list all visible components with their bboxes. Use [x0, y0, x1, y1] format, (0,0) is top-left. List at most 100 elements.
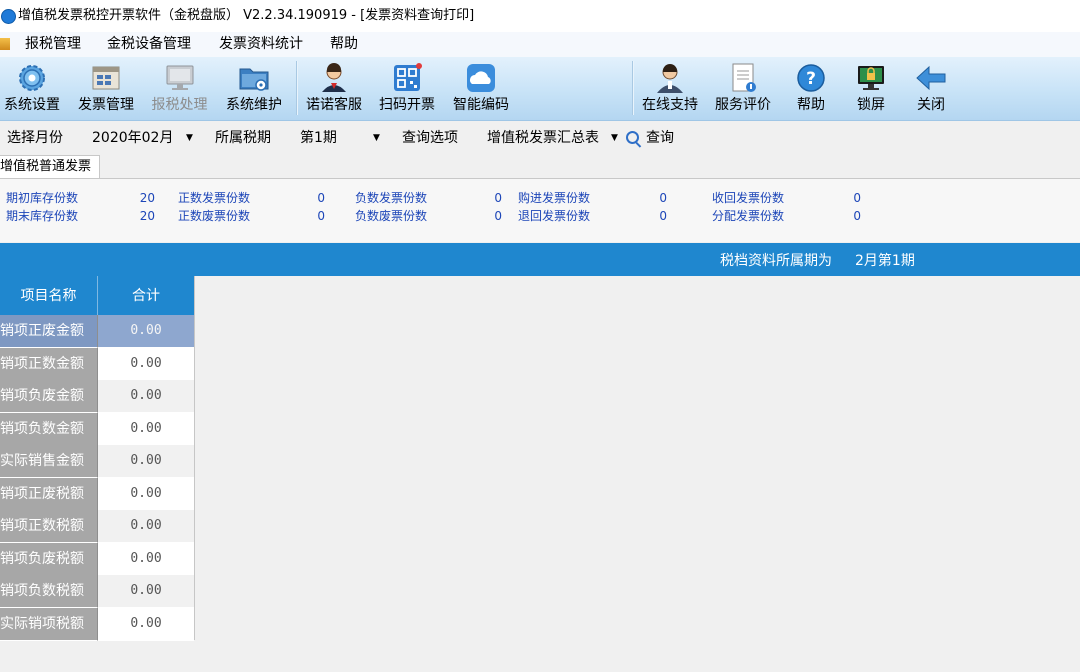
notebook-icon — [732, 63, 756, 92]
row-name-cell[interactable]: 销项正数税额 — [0, 510, 98, 543]
row-name-cell[interactable]: 销项负废金额 — [0, 380, 98, 413]
system-maintenance-label: 系统维护 — [226, 97, 282, 113]
smart-coding-label: 智能编码 — [453, 97, 509, 113]
period-info-label: 税档资料所属期为 — [720, 253, 832, 269]
close-button[interactable]: 关闭 — [906, 57, 956, 120]
service-review-label: 服务评价 — [715, 97, 771, 113]
menu-item-device-manage[interactable]: 金税设备管理 — [107, 32, 191, 57]
stat-value-closing-stock: 20 — [139, 209, 155, 223]
stat-label-negative-void: 负数废票份数 — [355, 209, 428, 223]
row-total-cell[interactable]: 0.00 — [98, 478, 194, 511]
column-header-item-name[interactable]: 项目名称 — [0, 276, 98, 315]
help-label: 帮助 — [797, 97, 825, 113]
system-settings-button[interactable]: 系统设置 — [0, 57, 64, 120]
menu-item-help[interactable]: 帮助 — [330, 32, 358, 57]
menu-app-icon — [0, 38, 10, 50]
stat-value-negative-issued: 0 — [494, 191, 502, 205]
customer-service-icon — [322, 63, 346, 92]
stat-label-purchased: 购进发票份数 — [518, 191, 591, 205]
system-settings-label: 系统设置 — [4, 97, 60, 113]
period-dropdown-icon[interactable]: ▼ — [373, 121, 380, 155]
stat-label-distributed: 分配发票份数 — [712, 209, 785, 223]
period-label: 所属税期 — [215, 130, 271, 146]
svg-text:?: ? — [806, 69, 816, 89]
stat-value-distributed: 0 — [853, 209, 861, 223]
help-button[interactable]: ? 帮助 — [786, 57, 836, 120]
period-select[interactable]: 第1期 — [300, 121, 337, 155]
stat-label-normal-issued: 正数发票份数 — [178, 191, 251, 205]
stat-value-returned: 0 — [659, 209, 667, 223]
menu-item-invoice-stats[interactable]: 发票资料统计 — [219, 32, 303, 57]
column-header-total[interactable]: 合计 — [98, 276, 195, 315]
row-total-cell[interactable]: 0.00 — [98, 510, 194, 543]
row-total-cell[interactable]: 0.00 — [98, 348, 194, 381]
lock-screen-icon — [858, 66, 884, 90]
search-icon[interactable] — [626, 131, 639, 144]
period-info-bar: 税档资料所属期为 2月第1期 — [0, 243, 1080, 276]
service-review-button[interactable]: 服务评价 — [710, 57, 776, 120]
row-name-cell[interactable]: 实际销项税额 — [0, 608, 98, 641]
row-total-cell[interactable]: 0.00 — [98, 413, 194, 446]
query-button[interactable]: 查询 — [646, 121, 674, 155]
menu-item-tax-filing[interactable]: 报税管理 — [25, 32, 81, 57]
stat-label-closing-stock: 期末库存份数 — [6, 209, 79, 223]
toolbar-separator — [296, 61, 298, 115]
row-name-cell[interactable]: 销项负数金额 — [0, 413, 98, 446]
scan-invoice-button[interactable]: 扫码开票 — [375, 57, 439, 120]
stat-label-returned: 退回发票份数 — [518, 209, 591, 223]
tab-strip: 增值税普通发票 — [0, 155, 1080, 178]
row-name-cell[interactable]: 销项负数税额 — [0, 575, 98, 608]
row-total-cell[interactable]: 0.00 — [98, 445, 194, 478]
invoice-manage-label: 发票管理 — [78, 97, 134, 113]
summary-grid: 项目名称 合计 销项正废金额 0.00 销项正数金额 0.00 销项负废金额 0… — [0, 276, 1080, 672]
month-dropdown-icon[interactable]: ▼ — [186, 121, 193, 155]
qr-code-icon — [394, 63, 422, 91]
cloud-icon — [467, 64, 495, 92]
invoice-manage-button[interactable]: 发票管理 — [73, 57, 139, 120]
lock-screen-button[interactable]: 锁屏 — [846, 57, 896, 120]
toolbar-separator — [632, 61, 634, 115]
online-support-button[interactable]: 在线支持 — [637, 57, 703, 120]
row-total-cell[interactable]: 0.00 — [98, 608, 194, 641]
query-option-select[interactable]: 增值税发票汇总表 — [487, 121, 599, 155]
tax-processing-label: 报税处理 — [151, 97, 208, 113]
lock-screen-label: 锁屏 — [857, 97, 885, 113]
row-total-cell[interactable]: 0.00 — [98, 315, 194, 348]
nuonuo-service-button[interactable]: 诺诺客服 — [302, 57, 366, 120]
menu-bar: 报税管理 金税设备管理 发票资料统计 帮助 — [0, 32, 1080, 57]
row-total-cell[interactable]: 0.00 — [98, 380, 194, 413]
row-name-cell[interactable]: 销项负废税额 — [0, 543, 98, 576]
tab-vat-general-invoice[interactable]: 增值税普通发票 — [0, 155, 101, 178]
stat-value-purchased: 0 — [659, 191, 667, 205]
row-name-cell[interactable]: 销项正数金额 — [0, 348, 98, 381]
title-bar: 增值税发票税控开票软件（金税盘版） V2.2.34.190919 - [发票资料… — [0, 0, 1080, 32]
toolbar: 系统设置 发票管理 报税处理 系统维护 诺诺客服 扫码开票 智能编码 在线支持 … — [0, 57, 1080, 121]
gear-icon — [19, 65, 45, 91]
invoice-stats-panel: 期初库存份数 20 期末库存份数 20 正数发票份数 0 正数废票份数 0 负数… — [0, 179, 1080, 242]
smart-coding-button[interactable]: 智能编码 — [448, 57, 514, 120]
row-name-cell[interactable]: 销项正废税额 — [0, 478, 98, 511]
row-name-cell[interactable]: 实际销售金额 — [0, 445, 98, 478]
stat-label-opening-stock: 期初库存份数 — [6, 191, 79, 205]
row-total-cell[interactable]: 0.00 — [98, 543, 194, 576]
tax-processing-button[interactable]: 报税处理 — [147, 57, 212, 120]
month-select[interactable]: 2020年02月 — [92, 121, 173, 155]
grid-border — [194, 276, 195, 640]
stat-value-normal-void: 0 — [317, 209, 325, 223]
stat-label-negative-issued: 负数发票份数 — [355, 191, 428, 205]
online-support-label: 在线支持 — [642, 97, 698, 113]
stat-value-opening-stock: 20 — [139, 191, 155, 205]
system-maintenance-button[interactable]: 系统维护 — [221, 57, 287, 120]
month-label: 选择月份 — [7, 130, 63, 146]
query-option-dropdown-icon[interactable]: ▼ — [611, 121, 618, 155]
filter-bar: 选择月份 2020年02月 ▼ 所属税期 第1期 ▼ 查询选项 增值税发票汇总表… — [0, 121, 1080, 155]
row-total-cell[interactable]: 0.00 — [98, 575, 194, 608]
arrow-left-icon — [916, 65, 946, 91]
stat-label-normal-void: 正数废票份数 — [178, 209, 251, 223]
close-label: 关闭 — [917, 97, 945, 113]
invoice-manage-icon — [92, 66, 120, 90]
support-person-icon — [657, 64, 683, 93]
row-name-cell[interactable]: 销项正废金额 — [0, 315, 98, 348]
stat-label-recovered: 收回发票份数 — [712, 191, 785, 205]
app-logo-icon — [1, 9, 16, 24]
